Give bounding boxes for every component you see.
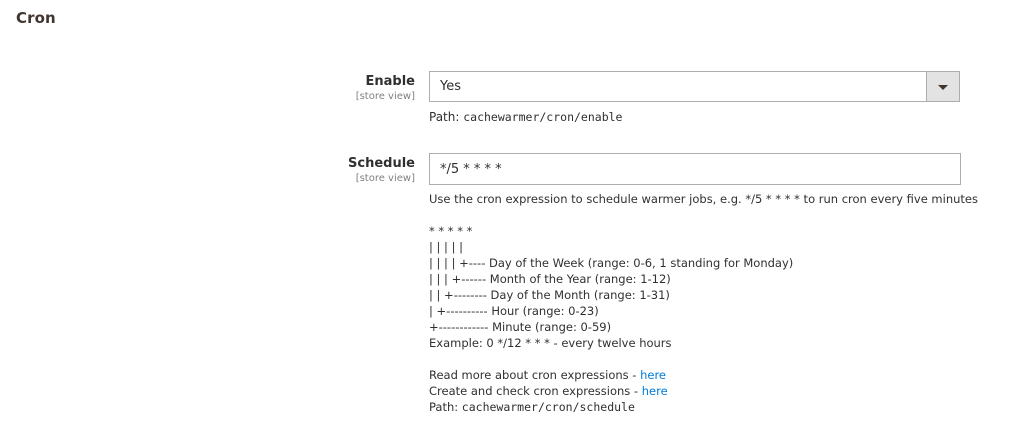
cron-diagram-line: +------------ Minute (range: 0-59) [429,320,612,334]
dropdown-arrow-button[interactable] [926,72,959,101]
enable-path-prefix: Path: [429,110,464,124]
schedule-path-note: Path: cachewarmer/cron/schedule [429,399,635,415]
schedule-label: Schedule [348,156,415,171]
cron-example: Example: 0 */12 * * * - every twelve hou… [429,336,672,350]
schedule-path: cachewarmer/cron/schedule [461,400,635,414]
cron-diagram-line: | | +-------- Day of the Month (range: 1… [429,288,670,302]
cron-diagram-line: | | | +------ Month of the Year (range: … [429,272,671,286]
cron-diagram-line: | | | | | [429,240,463,254]
schedule-input[interactable]: */5 * * * * [429,153,961,185]
enable-path-note: Path: cachewarmer/cron/enable [429,110,622,124]
schedule-label-group: Schedule [store view] [348,155,415,185]
read-more-line: Read more about cron expressions - here [429,367,666,383]
create-check-line: Create and check cron expressions - here [429,383,668,399]
chevron-down-icon [938,85,948,90]
cron-diagram-line: | +---------- Hour (range: 0-23) [429,304,599,318]
read-more-text: Read more about cron expressions - [429,368,641,382]
read-more-link[interactable]: here [640,368,666,382]
enable-path: cachewarmer/cron/enable [463,110,623,124]
enable-select-value: Yes [440,79,461,94]
enable-label: Enable [365,74,416,89]
enable-select[interactable]: Yes [429,71,960,102]
cron-diagram-line: | | | | +---- Day of the Week (range: 0-… [429,256,794,270]
schedule-path-prefix: Path: [429,400,462,414]
schedule-scope: [store view] [355,173,415,184]
cron-diagram-line: * * * * * [429,224,473,238]
schedule-input-value: */5 * * * * [440,162,502,177]
enable-scope: [store view] [355,91,415,102]
section-title[interactable]: Cron [16,9,56,27]
schedule-hint: Use the cron expression to schedule warm… [429,192,978,206]
create-check-text: Create and check cron expressions - [429,384,642,398]
enable-label-group: Enable [store view] [356,73,415,103]
create-check-link[interactable]: here [642,384,668,398]
